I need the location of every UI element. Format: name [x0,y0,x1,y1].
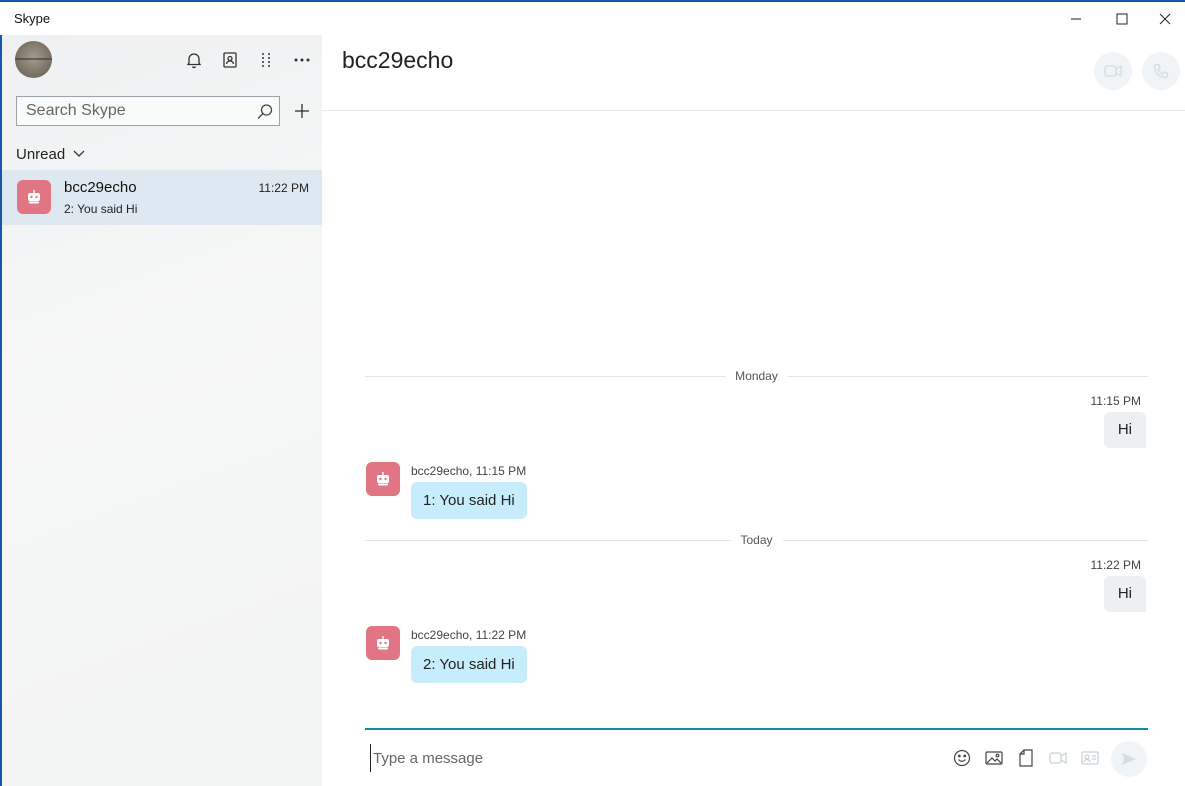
video-call-button[interactable] [1094,52,1132,90]
image-icon [985,751,1003,765]
contact-card-icon [1081,751,1099,765]
conversation-preview: 2: You said Hi [64,202,138,216]
user-avatar[interactable] [15,41,52,78]
send-contact-button[interactable] [1080,748,1100,768]
send-button[interactable] [1111,741,1147,777]
phone-icon [1153,63,1169,79]
send-image-button[interactable] [984,748,1004,768]
conversation-name: bcc29echo [64,179,137,196]
minimize-icon [1071,18,1081,20]
contacts-icon [223,52,237,68]
bell-icon [186,53,202,69]
chat-title[interactable]: bcc29echo [342,47,453,74]
day-separator: Monday [365,369,1148,383]
maximize-icon [1116,13,1128,25]
message-input[interactable] [370,744,930,772]
dialpad-icon [262,53,270,67]
emoji-button[interactable] [952,748,972,768]
day-label: Today [730,533,783,547]
outgoing-message[interactable]: Hi [1103,412,1146,448]
incoming-meta: bcc29echo, 11:22 PM [411,628,527,642]
video-message-button[interactable] [1048,748,1068,768]
bot-icon [377,472,389,486]
filter-label: Unread [16,145,66,163]
bot-avatar[interactable] [366,626,400,660]
chevron-down-icon [73,150,85,157]
conversation-item[interactable]: bcc29echo 11:22 PM 2: You said Hi [2,170,322,225]
file-icon [1019,749,1033,767]
bot-avatar [17,180,51,214]
conversation-filter[interactable]: Unread [16,143,85,165]
day-separator: Today [365,533,1148,547]
outgoing-timestamp: 11:15 PM [1090,394,1141,408]
incoming-message[interactable]: 2: You said Hi [411,646,527,683]
bot-icon [377,636,389,650]
minimize-button[interactable] [1053,2,1099,36]
incoming-message[interactable]: 1: You said Hi [411,482,527,519]
more-options-button[interactable] [290,49,314,71]
bot-icon [28,190,40,204]
video-call-icon [1104,64,1122,78]
search-icon[interactable] [255,102,275,122]
sidebar: Unread bcc29echo 11:22 PM 2: You said Hi [0,35,322,786]
send-icon [1122,753,1136,765]
maximize-button[interactable] [1099,2,1145,36]
outgoing-message[interactable]: Hi [1103,576,1146,612]
video-message-icon [1049,751,1067,765]
composer-divider [365,728,1148,730]
more-icon [294,58,310,62]
send-file-button[interactable] [1016,748,1036,768]
close-button[interactable] [1145,2,1185,36]
emoji-icon [953,749,971,767]
new-chat-button[interactable] [290,99,314,123]
conversation-time: 11:22 PM [258,181,309,195]
close-icon [1159,13,1171,25]
title-bar: Skype [0,0,1185,36]
day-label: Monday [725,369,788,383]
bot-avatar[interactable] [366,462,400,496]
window-title: Skype [14,11,51,26]
outgoing-timestamp: 11:22 PM [1090,558,1141,572]
plus-icon [295,104,309,118]
chat-header: bcc29echo [322,35,1185,111]
contacts-button[interactable] [218,49,242,71]
dialpad-button[interactable] [254,49,278,71]
notifications-button[interactable] [182,49,206,71]
audio-call-button[interactable] [1142,52,1180,90]
search-box [16,96,280,126]
incoming-meta: bcc29echo, 11:15 PM [411,464,527,478]
search-input[interactable] [17,97,253,125]
